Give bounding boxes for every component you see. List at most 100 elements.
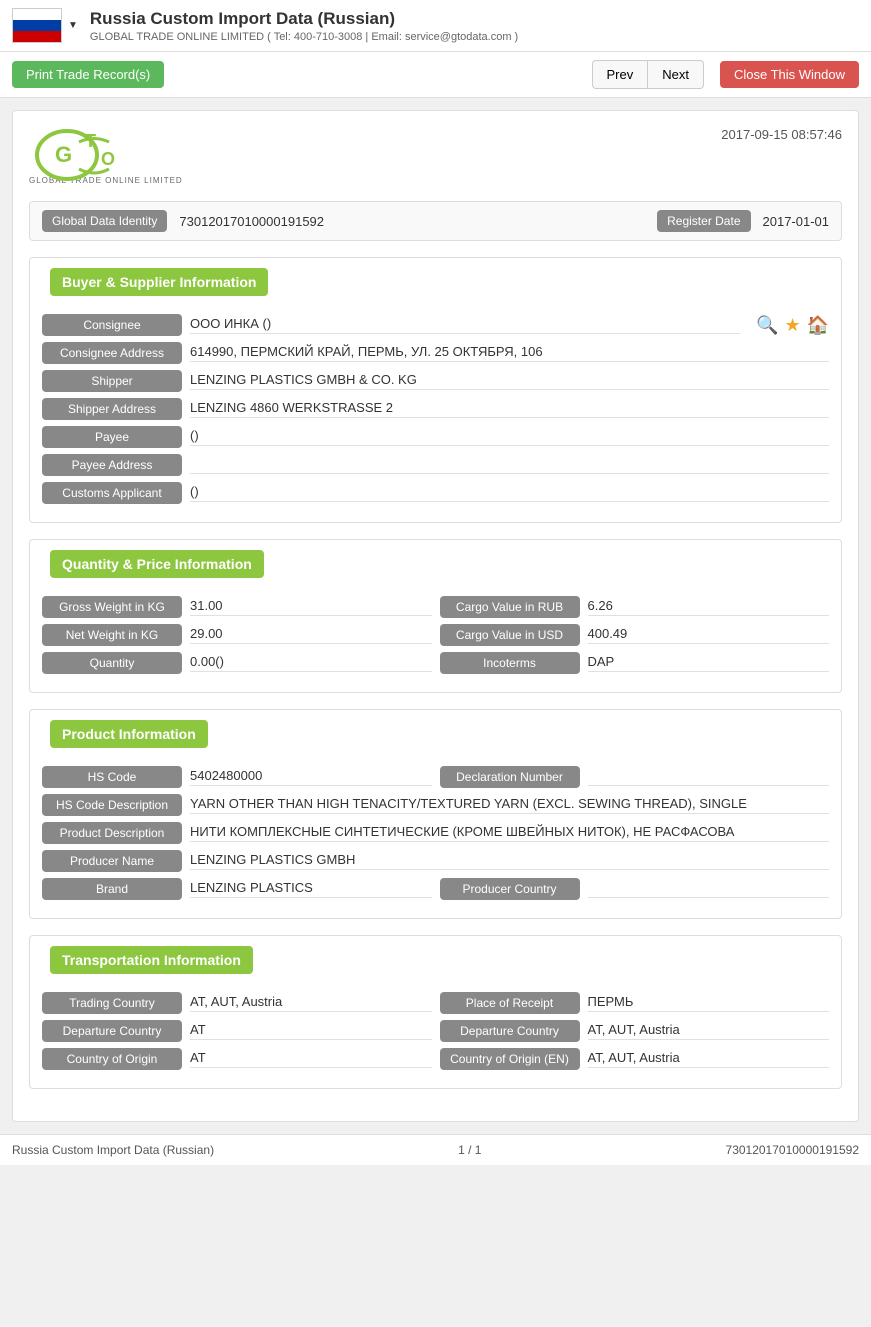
brand-row: Brand LENZING PLASTICS Producer Country (42, 878, 829, 900)
quantity-label: Quantity (42, 652, 182, 674)
country-of-origin-label: Country of Origin (42, 1048, 182, 1070)
buyer-supplier-section: Buyer & Supplier Information Consignee О… (29, 257, 842, 523)
shipper-label: Shipper (42, 370, 182, 392)
trading-country-half: Trading Country AT, AUT, Austria (42, 992, 432, 1014)
trading-country-label: Trading Country (42, 992, 182, 1014)
country-of-origin-value: AT (190, 1050, 432, 1068)
net-weight-value: 29.00 (190, 626, 432, 644)
shipper-row: Shipper LENZING PLASTICS GMBH & CO. KG (42, 370, 829, 392)
departure-country-en-value: AT, AUT, Austria (588, 1022, 830, 1040)
home-icon[interactable]: 🏠 (807, 315, 829, 336)
producer-name-row: Producer Name LENZING PLASTICS GMBH (42, 850, 829, 872)
consignee-icons: 🔍 ★ 🏠 (756, 315, 829, 336)
shipper-address-row: Shipper Address LENZING 4860 WERKSTRASSE… (42, 398, 829, 420)
close-button[interactable]: Close This Window (720, 61, 859, 88)
consignee-address-value: 614990, ПЕРМСКИЙ КРАЙ, ПЕРМЬ, УЛ. 25 ОКТ… (190, 344, 829, 362)
cargo-rub-label: Cargo Value in RUB (440, 596, 580, 618)
place-of-receipt-label: Place of Receipt (440, 992, 580, 1014)
trading-country-row: Trading Country AT, AUT, Austria Place o… (42, 992, 829, 1014)
product-desc-label: Product Description (42, 822, 182, 844)
incoterms-half: Incoterms DAP (440, 652, 830, 674)
footer-record-name: Russia Custom Import Data (Russian) (12, 1143, 214, 1157)
quantity-price-body: Gross Weight in KG 31.00 Cargo Value in … (30, 588, 841, 692)
product-title: Product Information (50, 720, 208, 748)
payee-address-value (190, 456, 829, 474)
footer-record-id: 73012017010000191592 (726, 1143, 859, 1157)
gross-weight-row: Gross Weight in KG 31.00 Cargo Value in … (42, 596, 829, 618)
footer-page-info: 1 / 1 (458, 1143, 481, 1157)
shipper-value: LENZING PLASTICS GMBH & CO. KG (190, 372, 829, 390)
country-of-origin-en-half: Country of Origin (EN) AT, AUT, Austria (440, 1048, 830, 1070)
next-button[interactable]: Next (648, 60, 704, 89)
customs-applicant-value: () (190, 484, 829, 502)
shipper-address-label: Shipper Address (42, 398, 182, 420)
trading-country-value: AT, AUT, Austria (190, 994, 432, 1012)
buyer-supplier-title: Buyer & Supplier Information (50, 268, 268, 296)
gross-weight-value: 31.00 (190, 598, 432, 616)
place-of-receipt-half: Place of Receipt ПЕРМЬ (440, 992, 830, 1014)
global-data-identity-label: Global Data Identity (42, 210, 167, 232)
quantity-value: 0.00() (190, 654, 432, 672)
gross-weight-label: Gross Weight in KG (42, 596, 182, 618)
producer-name-value: LENZING PLASTICS GMBH (190, 852, 829, 870)
star-icon[interactable]: ★ (784, 315, 800, 336)
brand-half: Brand LENZING PLASTICS (42, 878, 432, 900)
product-desc-row: Product Description НИТИ КОМПЛЕКСНЫЕ СИН… (42, 822, 829, 844)
quantity-row: Quantity 0.00() Incoterms DAP (42, 652, 829, 674)
product-section: Product Information HS Code 5402480000 D… (29, 709, 842, 919)
net-weight-half: Net Weight in KG 29.00 (42, 624, 432, 646)
logo-image: G T O (29, 127, 159, 182)
register-date-value: 2017-01-01 (763, 214, 830, 229)
customs-applicant-row: Customs Applicant () (42, 482, 829, 504)
search-icon[interactable]: 🔍 (756, 315, 778, 336)
header-subtitle: GLOBAL TRADE ONLINE LIMITED ( Tel: 400-7… (90, 31, 518, 43)
quantity-price-section: Quantity & Price Information Gross Weigh… (29, 539, 842, 693)
net-weight-row: Net Weight in KG 29.00 Cargo Value in US… (42, 624, 829, 646)
departure-country-label: Departure Country (42, 1020, 182, 1042)
hs-code-value: 5402480000 (190, 768, 432, 786)
dropdown-arrow-icon[interactable]: ▼ (68, 20, 78, 31)
hs-desc-label: HS Code Description (42, 794, 182, 816)
header: ▼ Russia Custom Import Data (Russian) GL… (0, 0, 871, 52)
payee-address-label: Payee Address (42, 454, 182, 476)
identity-row: Global Data Identity 7301201701000019159… (29, 201, 842, 241)
incoterms-label: Incoterms (440, 652, 580, 674)
shipper-address-value: LENZING 4860 WERKSTRASSE 2 (190, 400, 829, 418)
svg-text:O: O (101, 149, 115, 169)
svg-text:G: G (55, 142, 72, 167)
register-date-label: Register Date (657, 210, 750, 232)
main-content: G T O GLOBAL TRADE ONLINE LIMITED 2017-0… (0, 98, 871, 1134)
brand-label: Brand (42, 878, 182, 900)
customs-applicant-label: Customs Applicant (42, 482, 182, 504)
footer: Russia Custom Import Data (Russian) 1 / … (0, 1134, 871, 1165)
prev-button[interactable]: Prev (592, 60, 649, 89)
page-title: Russia Custom Import Data (Russian) (90, 9, 518, 29)
country-of-origin-en-label: Country of Origin (EN) (440, 1048, 580, 1070)
transportation-section: Transportation Information Trading Count… (29, 935, 842, 1089)
country-of-origin-row: Country of Origin AT Country of Origin (… (42, 1048, 829, 1070)
producer-country-half: Producer Country (440, 878, 830, 900)
print-button[interactable]: Print Trade Record(s) (12, 61, 164, 88)
consignee-row: Consignee ООО ИНКА () 🔍 ★ 🏠 (42, 314, 829, 336)
departure-country-row: Departure Country AT Departure Country A… (42, 1020, 829, 1042)
country-of-origin-half: Country of Origin AT (42, 1048, 432, 1070)
producer-country-label: Producer Country (440, 878, 580, 900)
hs-code-half: HS Code 5402480000 (42, 766, 432, 788)
consignee-address-row: Consignee Address 614990, ПЕРМСКИЙ КРАЙ,… (42, 342, 829, 364)
product-desc-value: НИТИ КОМПЛЕКСНЫЕ СИНТЕТИЧЕСКИЕ (КРОМЕ ШВ… (190, 824, 829, 842)
consignee-address-label: Consignee Address (42, 342, 182, 364)
net-weight-label: Net Weight in KG (42, 624, 182, 646)
record-timestamp: 2017-09-15 08:57:46 (721, 127, 842, 142)
flag-icon (12, 8, 62, 43)
departure-country-en-label: Departure Country (440, 1020, 580, 1042)
consignee-value: ООО ИНКА () (190, 316, 740, 334)
producer-name-label: Producer Name (42, 850, 182, 872)
incoterms-value: DAP (588, 654, 830, 672)
payee-row: Payee () (42, 426, 829, 448)
place-of-receipt-value: ПЕРМЬ (588, 994, 830, 1012)
hs-desc-value: YARN OTHER THAN HIGH TENACITY/TEXTURED Y… (190, 796, 829, 814)
cargo-usd-label: Cargo Value in USD (440, 624, 580, 646)
quantity-price-title: Quantity & Price Information (50, 550, 264, 578)
departure-country-half: Departure Country AT (42, 1020, 432, 1042)
record-card: G T O GLOBAL TRADE ONLINE LIMITED 2017-0… (12, 110, 859, 1122)
